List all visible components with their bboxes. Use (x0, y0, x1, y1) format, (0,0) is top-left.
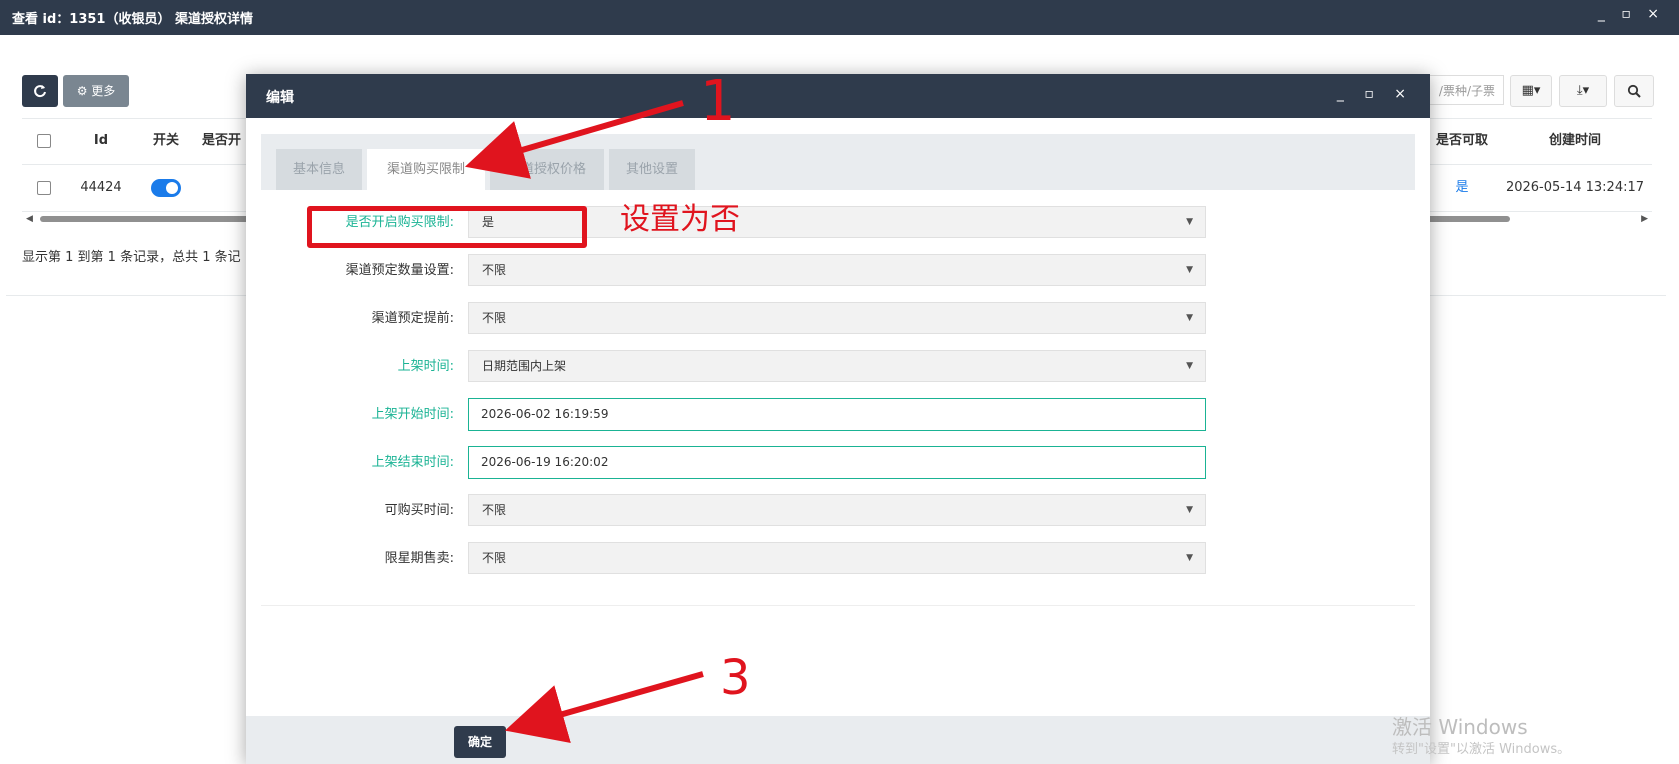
annotation-step-3: 3 (720, 650, 751, 706)
annotation-arrow-3 (504, 671, 704, 743)
annotation-arrows (464, 100, 704, 743)
annotation-arrow-1 (464, 100, 684, 179)
annotation-step-1: 1 (700, 69, 736, 134)
annotation-note: 设置为否 (620, 202, 740, 237)
activation-watermark-title: 激活 Windows (1392, 715, 1528, 739)
activation-watermark-subtitle: 转到"设置"以激活 Windows。 (1392, 742, 1571, 757)
